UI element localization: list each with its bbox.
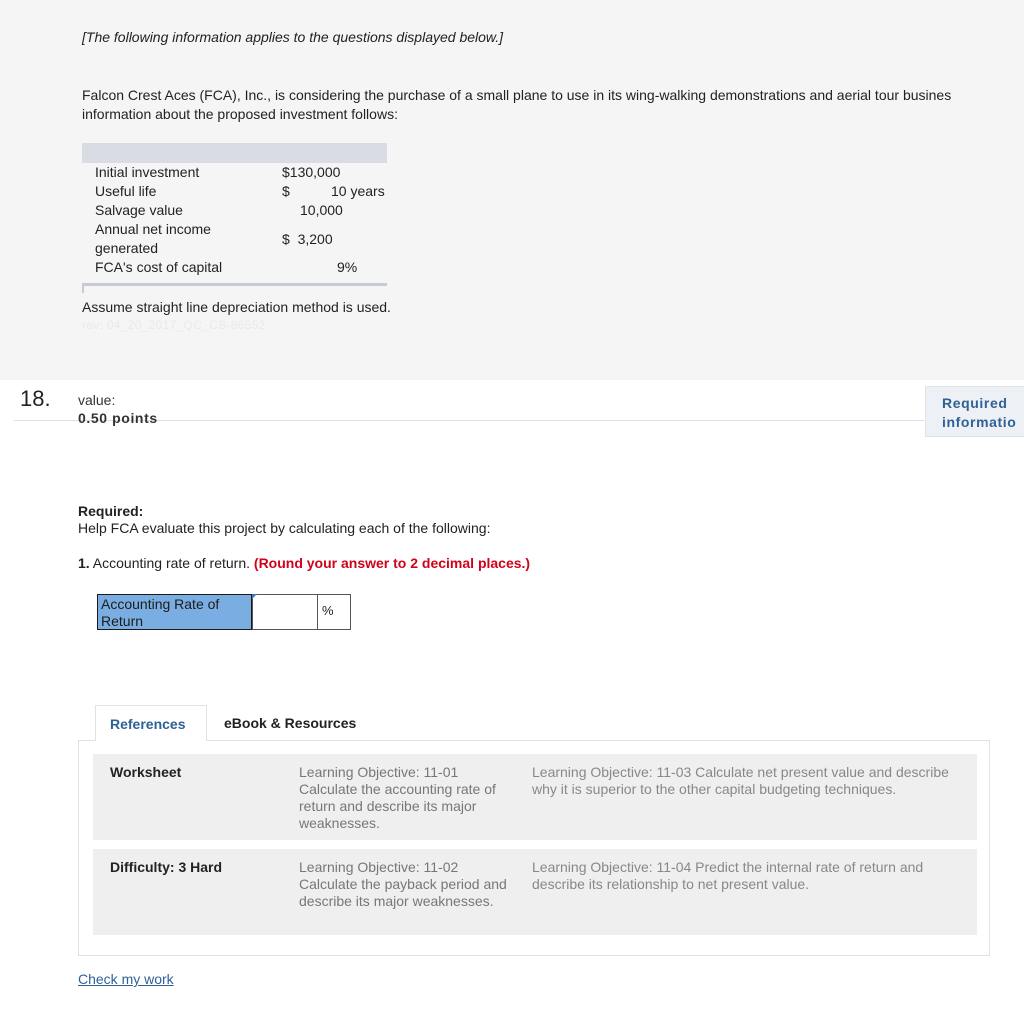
problem-description: Falcon Crest Aces (FCA), Inc., is consid… [82, 86, 1024, 124]
description-line-2: information about the proposed investmen… [82, 106, 398, 122]
reference-worksheet: Worksheet [110, 764, 182, 780]
row-value: $130,000 [282, 164, 341, 180]
intro-text: [The following information applies to th… [82, 29, 504, 45]
revision-watermark: rev: 04_20_2017_QC_CS-86552 [82, 318, 266, 332]
reference-difficulty: Difficulty: 3 Hard [110, 859, 223, 875]
row-label-continued: generated [95, 240, 159, 256]
table-row: FCA's cost of capital 9% [82, 258, 387, 277]
tab-ebook-resources[interactable]: eBook & Resources [224, 715, 356, 731]
percent-unit: % [318, 594, 351, 630]
required-information-button[interactable]: Required informatio [925, 386, 1024, 437]
question-1-text: Accounting rate of return. [89, 555, 254, 571]
row-label: Annual net income [95, 221, 211, 237]
row-label: FCA's cost of capital [95, 259, 223, 275]
required-heading: Required: [78, 503, 144, 519]
table-row: Annual net income generated $ 3,200 [82, 220, 387, 258]
table-row: Initial investment $130,000 [82, 163, 387, 182]
required-button-line-1: Required [942, 395, 1008, 411]
tab-references[interactable]: References [95, 705, 207, 741]
table-bottom-tick [82, 283, 84, 293]
learning-objective: Learning Objective: 11-02 Calculate the … [299, 859, 507, 909]
required-button-line-2: informatio [942, 414, 1017, 430]
value-label: value: [78, 392, 116, 408]
input-corner-marker [252, 594, 257, 599]
information-panel: [The following information applies to th… [0, 0, 1024, 380]
check-my-work-link[interactable]: Check my work [78, 971, 174, 987]
table-row: Useful life $ 10 years [82, 182, 387, 201]
table-bottom-border [82, 283, 387, 286]
row-label: Useful life [95, 183, 157, 199]
row-label: Salvage value [95, 202, 183, 218]
assumption-text: Assume straight line depreciation method… [82, 299, 391, 315]
question-number: 18. [20, 386, 51, 411]
row-currency: $ [282, 183, 290, 199]
reference-row: Worksheet Learning Objective: 11-01 Calc… [93, 754, 977, 840]
learning-objective: Learning Objective: 11-03 Calculate net … [532, 764, 949, 797]
references-panel: Worksheet Learning Objective: 11-01 Calc… [78, 740, 990, 956]
row-label: Initial investment [95, 164, 200, 180]
learning-objective: Learning Objective: 11-01 Calculate the … [299, 764, 496, 831]
row-value: 10,000 [300, 202, 343, 218]
question-1-number: 1. [78, 555, 90, 571]
description-line-1: Falcon Crest Aces (FCA), Inc., is consid… [82, 87, 952, 103]
question-1: 1. Accounting rate of return. (Round you… [78, 555, 530, 571]
help-text: Help FCA evaluate this project by calcul… [78, 520, 491, 536]
accounting-rate-input[interactable] [252, 594, 318, 630]
table-row: Salvage value 10,000 [82, 201, 387, 220]
investment-info-table: Initial investment $130,000 Useful life … [82, 143, 387, 293]
row-value: 10 years [331, 183, 385, 199]
row-value: $ 3,200 [282, 231, 333, 247]
question-points: 0.50 points [78, 410, 158, 426]
answer-label: Accounting Rate of Return [97, 594, 252, 630]
rounding-hint: (Round your answer to 2 decimal places.) [253, 555, 531, 571]
row-value: 9% [337, 259, 358, 275]
learning-objective: Learning Objective: 11-04 Predict the in… [532, 859, 924, 892]
reference-row: Difficulty: 3 Hard Learning Objective: 1… [93, 849, 977, 935]
table-header [82, 143, 387, 163]
